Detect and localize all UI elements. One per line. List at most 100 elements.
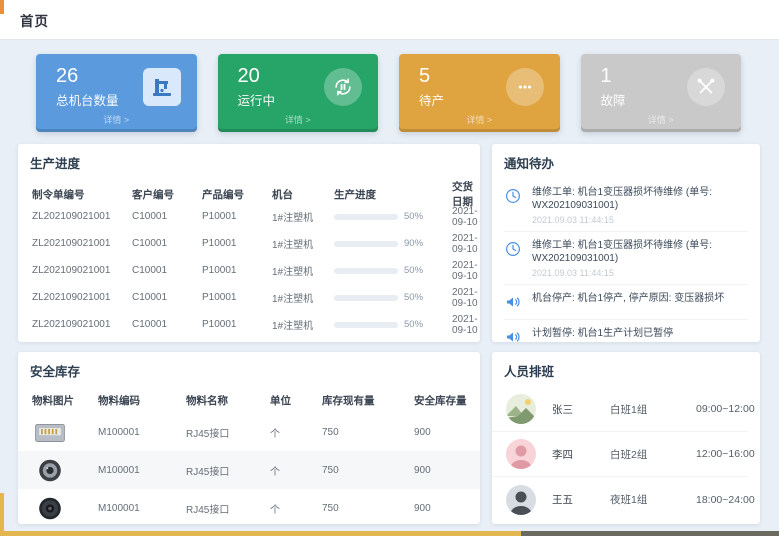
customer-no: C10001 xyxy=(132,211,202,222)
detail-link[interactable]: 详情 > xyxy=(36,113,197,126)
stat-value: 5 xyxy=(419,65,444,87)
stat-label: 总机台数量 xyxy=(56,90,119,109)
order-no: ZL202109021001 xyxy=(32,238,132,249)
progress-value: 50 xyxy=(404,319,423,330)
unit: 个 xyxy=(270,425,322,440)
notice-item[interactable]: 维修工单: 机台1变压器损坏待维修 (单号: WX202109031001) 2… xyxy=(504,179,748,232)
delivery-date: 2021-09-10 xyxy=(452,287,480,309)
column-header: 物料名称 xyxy=(186,393,270,408)
column-header: 交货日期 xyxy=(452,179,480,209)
progress-bar xyxy=(334,322,398,328)
column-header: 库存现有量 xyxy=(322,393,414,408)
unit: 个 xyxy=(270,463,322,478)
safety-qty: 900 xyxy=(414,503,480,514)
panels-grid: 生产进度 制令单编号 客户编号 产品编号 机台 生产进度 交货日期 ZL2021… xyxy=(18,144,779,524)
product-no: P10001 xyxy=(202,265,272,276)
table-row: M100001 RJ45接口 个 750 900 xyxy=(18,489,480,524)
table-row: ZL202109021001 C10001 P10001 1#注塑机 90 20… xyxy=(18,230,480,257)
stat-card-waiting[interactable]: 5 待产 详情 > xyxy=(399,54,560,132)
staff-shift: 夜班1组 xyxy=(610,492,696,507)
customer-no: C10001 xyxy=(132,292,202,303)
staff-name: 张三 xyxy=(552,402,610,417)
stat-card-body: 5 待产 xyxy=(399,54,560,109)
table-row: ZL202109021001 C10001 P10001 1#注塑机 50 20… xyxy=(18,311,480,338)
column-header: 制令单编号 xyxy=(32,187,132,202)
machine-icon xyxy=(143,68,181,106)
column-header: 安全库存量 xyxy=(414,393,480,408)
order-no: ZL202109021001 xyxy=(32,265,132,276)
stat-card-running[interactable]: 20 运行中 详情 > xyxy=(218,54,379,132)
progress-value: 50 xyxy=(404,292,423,303)
window-edge-bottom-dark xyxy=(521,531,779,536)
production-table-header: 制令单编号 客户编号 产品编号 机台 生产进度 交货日期 xyxy=(18,179,480,203)
progress-bar xyxy=(334,241,398,247)
speaker-part-image xyxy=(32,495,98,522)
delivery-date: 2021-09-10 xyxy=(452,260,480,282)
progress-cell: 50 xyxy=(334,319,452,330)
column-header: 单位 xyxy=(270,393,322,408)
notice-time: 2021.09.03 11:44:15 xyxy=(532,268,748,278)
panel-title: 通知待办 xyxy=(492,144,760,179)
material-code: M100001 xyxy=(98,465,186,476)
machine: 1#注塑机 xyxy=(272,209,334,224)
notice-item[interactable]: 维修工单: 机台1变压器损坏待维修 (单号: WX202109031001) 2… xyxy=(504,232,748,285)
table-row: M100001 RJ45接口 个 750 900 xyxy=(18,451,480,489)
stat-value: 26 xyxy=(56,65,119,87)
page-header: 首页 xyxy=(0,0,779,40)
staff-row: 王五 夜班1组 18:00~24:00 xyxy=(492,477,748,522)
round-connector-image xyxy=(32,457,98,484)
stat-label: 待产 xyxy=(419,90,444,109)
stat-card-body: 1 故障 xyxy=(581,54,742,109)
progress-bar xyxy=(334,268,398,274)
notice-time: 2021.09.03 11:44:15 xyxy=(532,215,748,225)
stat-card-fault[interactable]: 1 故障 详情 > xyxy=(581,54,742,132)
progress-value: 90 xyxy=(404,238,423,249)
panel-staff-schedule: 人员排班 张三 白班1组 09:00~12:00 李四 白班2组 12:00~1… xyxy=(492,352,760,524)
table-row: M100001 RJ45接口 个 750 900 xyxy=(18,413,480,451)
customer-no: C10001 xyxy=(132,265,202,276)
product-no: P10001 xyxy=(202,319,272,330)
stat-label: 故障 xyxy=(601,90,626,109)
fault-icon xyxy=(687,68,725,106)
dashboard-page: 首页 26 总机台数量 详情 > 20 运行中 xyxy=(0,0,779,524)
notice-item[interactable]: 计划暂停: 机台1生产计划已暂停 2021.09.03 11:44:15 xyxy=(504,320,748,342)
material-code: M100001 xyxy=(98,427,186,438)
stat-label: 运行中 xyxy=(238,90,276,109)
panel-production-progress: 生产进度 制令单编号 客户编号 产品编号 机台 生产进度 交货日期 ZL2021… xyxy=(18,144,480,342)
unit: 个 xyxy=(270,501,322,516)
progress-cell: 90 xyxy=(334,238,452,249)
table-row: ZL202109021001 C10001 P10001 1#注塑机 50 20… xyxy=(18,257,480,284)
notice-text: 机台停产: 机台1停产, 停产原因: 变压器损坏 xyxy=(532,292,724,305)
notice-item[interactable]: 机台停产: 机台1停产, 停产原因: 变压器损坏 xyxy=(504,285,748,320)
machine: 1#注塑机 xyxy=(272,236,334,251)
avatar xyxy=(506,439,536,469)
stat-cards: 26 总机台数量 详情 > 20 运行中 详情 > xyxy=(36,54,741,132)
window-edge-left-top xyxy=(0,0,4,14)
detail-link[interactable]: 详情 > xyxy=(399,113,560,126)
safety-qty: 900 xyxy=(414,427,480,438)
stat-value: 20 xyxy=(238,65,276,87)
progress-bar xyxy=(334,295,398,301)
order-no: ZL202109021001 xyxy=(32,211,132,222)
notice-text: 维修工单: 机台1变压器损坏待维修 (单号: WX202109031001) xyxy=(532,186,748,212)
progress-value: 50 xyxy=(404,211,423,222)
product-no: P10001 xyxy=(202,238,272,249)
speaker-icon xyxy=(504,328,524,342)
table-row: ZL202109021001 C10001 P10001 1#注塑机 50 20… xyxy=(18,203,480,230)
panel-notices: 通知待办 维修工单: 机台1变压器损坏待维修 (单号: WX2021090310… xyxy=(492,144,760,342)
staff-time: 09:00~12:00 xyxy=(696,403,755,415)
inventory-table-body: M100001 RJ45接口 个 750 900 M100001 RJ45接口 … xyxy=(18,413,480,524)
window-edge-left-bottom xyxy=(0,493,4,531)
stat-card-total-machines[interactable]: 26 总机台数量 详情 > xyxy=(36,54,197,132)
detail-link[interactable]: 详情 > xyxy=(218,113,379,126)
column-header: 物料编码 xyxy=(98,393,186,408)
stock-qty: 750 xyxy=(322,465,414,476)
staff-shift: 白班2组 xyxy=(610,447,696,462)
detail-link[interactable]: 详情 > xyxy=(581,113,742,126)
machine: 1#注塑机 xyxy=(272,317,334,332)
column-header: 产品编号 xyxy=(202,187,272,202)
progress-cell: 50 xyxy=(334,211,452,222)
customer-no: C10001 xyxy=(132,238,202,249)
running-icon xyxy=(324,68,362,106)
table-row: ZL202109021001 C10001 P10001 1#注塑机 50 20… xyxy=(18,284,480,311)
